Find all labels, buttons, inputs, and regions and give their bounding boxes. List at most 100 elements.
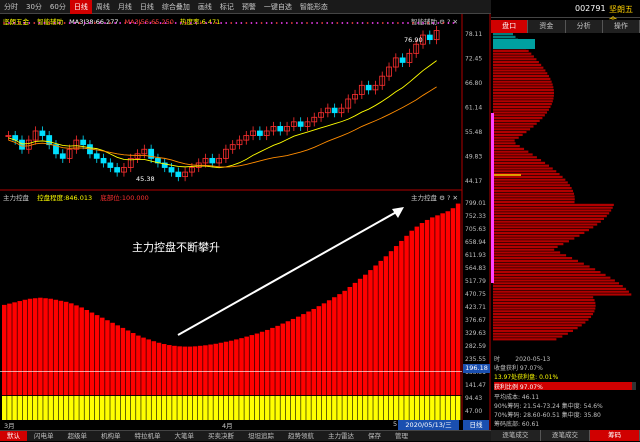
bottom-tab-4[interactable]: 特拉机单: [128, 431, 168, 441]
signal-dot: [68, 22, 71, 24]
chip-bar: [493, 195, 575, 198]
bar-red: [172, 345, 177, 396]
signal-dot: [270, 22, 273, 24]
bar-yellow: [234, 395, 239, 420]
bottom-tab-8[interactable]: 趋势领航: [281, 431, 321, 441]
panel-tab-2[interactable]: 分析: [565, 20, 603, 33]
panel-tab-0[interactable]: 盘口: [491, 20, 529, 33]
bar-red: [136, 335, 141, 396]
bottom-tab-10[interactable]: 保存: [361, 431, 388, 441]
signal-dot: [13, 22, 16, 24]
bar-yellow: [352, 395, 358, 420]
bar-yellow: [424, 395, 430, 420]
candle-body: [426, 34, 433, 41]
signal-dot: [205, 22, 207, 24]
chip-bar: [493, 139, 515, 142]
bottom-tab-3[interactable]: 机构单: [94, 431, 128, 441]
chip-bar: [493, 153, 533, 156]
bottom-tab-0[interactable]: 默认: [0, 431, 27, 441]
panel-tab-3[interactable]: 操作: [602, 20, 640, 33]
bar-yellow: [363, 395, 368, 420]
bar-yellow: [295, 395, 301, 420]
lower-ytick: 94.43: [465, 395, 482, 402]
bar-yellow: [290, 395, 296, 420]
chip-bar: [493, 125, 534, 128]
signal-dot: [417, 22, 419, 24]
chip-avg-cost: 平均成本: 46.11: [494, 394, 540, 401]
signal-dot: [134, 22, 137, 24]
bar-yellow: [321, 395, 327, 420]
chip-bar: [493, 119, 540, 122]
chip-bar: [493, 58, 537, 61]
bar-yellow: [43, 395, 48, 420]
signal-dot: [316, 22, 318, 24]
bottom-tab-6[interactable]: 买卖决断: [201, 431, 241, 441]
chip-buttons: 逐笔成交 逐笔成交 筹码: [491, 430, 640, 441]
bottom-tab-5[interactable]: 大笔单: [168, 431, 202, 441]
chip-bar: [493, 83, 553, 86]
chip-70: 70%筹码: 28.60-60.51 集中度: 35.80: [494, 412, 601, 419]
panel-tab-1[interactable]: 资金: [528, 20, 566, 33]
chip-bar: [493, 321, 586, 324]
signal-dot: [139, 22, 142, 24]
bottom-tab-11[interactable]: 管理: [388, 431, 415, 441]
bar-red: [38, 297, 43, 396]
bottom-tab-7[interactable]: 坦坦追踪: [241, 431, 281, 441]
chip-bar: [493, 215, 607, 218]
signal-dot: [301, 22, 303, 24]
signal-dot: [356, 22, 359, 24]
chip-bar: [493, 164, 550, 167]
signal-dot: [275, 22, 278, 24]
chart-area[interactable]: 76.90 45.38 799.01 752.33 705.63 658.94 611.9…: [0, 0, 491, 430]
bar-red: [332, 297, 337, 396]
bar-yellow: [399, 395, 404, 420]
chip-bottom: 筹码底部: 60.61: [494, 421, 540, 428]
chip-bar: [493, 254, 567, 257]
signal-dot: [109, 22, 111, 24]
chip-bar: [493, 206, 613, 209]
chip-bar: [493, 105, 551, 108]
chip-bar: [493, 240, 569, 243]
signal-dot: [432, 22, 435, 24]
signal-dot: [341, 22, 344, 24]
signal-dot: [210, 22, 212, 24]
bottom-tab-9[interactable]: 主力雷达: [321, 431, 361, 441]
chip-bar: [493, 178, 566, 181]
bar-yellow: [239, 395, 244, 420]
bar-yellow: [326, 395, 332, 420]
chip-button-0[interactable]: 逐笔成交: [491, 430, 541, 441]
bar-red: [110, 322, 115, 396]
bar-yellow: [208, 395, 213, 420]
chip-bar: [493, 61, 539, 64]
bar-red: [74, 305, 79, 396]
ma-line-yellow: [8, 60, 437, 169]
chip-button-1[interactable]: 逐笔成交: [540, 430, 591, 441]
candle-body: [297, 121, 304, 127]
chip-bar: [493, 285, 623, 288]
lower-ytick: 705.63: [465, 226, 486, 233]
chip-bar: [493, 122, 537, 125]
bar-red: [84, 310, 90, 396]
bar-red: [388, 251, 394, 396]
chip-bar: [493, 187, 572, 190]
signal-dot: [164, 22, 167, 24]
bottom-tab-1[interactable]: 闪电单: [27, 431, 61, 441]
chip-bar: [493, 229, 589, 232]
chip-bar: [493, 75, 549, 78]
bar-red: [290, 318, 296, 396]
signal-dot: [18, 22, 21, 24]
bar-red: [450, 208, 456, 396]
chip-bar: [493, 327, 578, 330]
chip-bar: [493, 91, 555, 94]
chip-button-2[interactable]: 筹码: [590, 430, 640, 441]
signal-dot: [179, 22, 182, 24]
chip-bar: [493, 279, 615, 282]
bar-yellow: [197, 395, 203, 420]
chip-bar: [493, 293, 632, 296]
chip-bar: [493, 226, 594, 229]
low-label: 45.38: [136, 175, 155, 183]
bar-red: [167, 345, 172, 396]
bar-red: [208, 344, 213, 396]
bottom-tab-2[interactable]: 超级单: [61, 431, 95, 441]
chip-date-row: 时 2020-05-13: [494, 356, 551, 363]
